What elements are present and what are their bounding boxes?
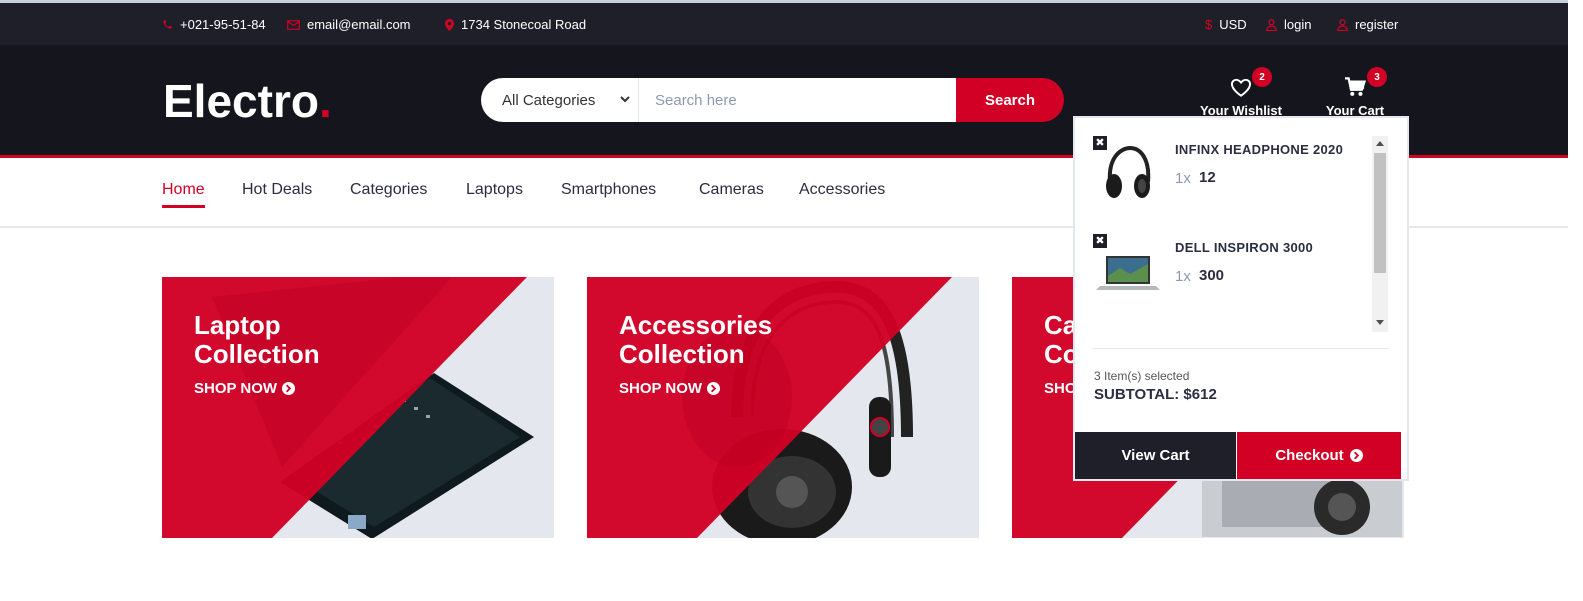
search-button[interactable]: Search xyxy=(956,78,1064,122)
remove-item-icon[interactable]: ✖ xyxy=(1093,136,1107,150)
logo-text: Electro xyxy=(163,75,319,127)
user-icon xyxy=(1266,18,1277,31)
cart-item-qty: 1x xyxy=(1175,170,1191,187)
cart-count-badge: 3 xyxy=(1367,67,1387,87)
email-text: email@email.com xyxy=(307,17,411,32)
cart-label: Your Cart xyxy=(1325,103,1385,118)
logo-dot: . xyxy=(318,75,332,127)
search-form: All Categories Search xyxy=(481,78,1064,122)
phone-text: +021-95-51-84 xyxy=(180,17,266,32)
nav-item-accessories[interactable]: Accessories xyxy=(799,181,885,205)
dollar-icon: $ xyxy=(1205,17,1213,32)
cart-item-price: 12 xyxy=(1199,169,1216,186)
headphone-thumbnail xyxy=(1106,145,1151,198)
nav-item-cameras[interactable]: Cameras xyxy=(699,181,764,205)
map-marker-icon xyxy=(445,18,454,31)
wishlist-button[interactable]: 2 Your Wishlist xyxy=(1197,67,1285,118)
nav-item-smartphones[interactable]: Smartphones xyxy=(561,181,656,205)
laptop-collection-banner[interactable]: Laptop Collection SHOP NOW xyxy=(162,277,554,538)
scrollbar-thumb[interactable] xyxy=(1374,153,1386,273)
arrow-circle-right-icon xyxy=(282,382,296,395)
cart-summary-divider xyxy=(1093,348,1389,349)
laptop-thumbnail xyxy=(1096,256,1160,290)
nav-item-home[interactable]: Home xyxy=(162,181,205,208)
email-link[interactable]: email@email.com xyxy=(287,17,411,32)
cart-item-qty: 1x xyxy=(1175,268,1191,285)
remove-item-icon[interactable]: ✖ xyxy=(1093,234,1107,248)
shop-now-link[interactable]: SHOP NOW xyxy=(194,380,296,397)
items-selected-text: 3 Item(s) selected xyxy=(1094,369,1190,383)
arrow-circle-right-icon xyxy=(1349,449,1363,462)
phone-link[interactable]: +021-95-51-84 xyxy=(162,17,266,32)
shop-now-link[interactable]: SHOP NOW xyxy=(619,380,721,397)
envelope-icon xyxy=(287,19,300,30)
currency-text: USD xyxy=(1219,17,1247,32)
address-text: 1734 Stonecoal Road xyxy=(461,17,587,32)
wishlist-label: Your Wishlist xyxy=(1200,103,1282,118)
scroll-down-arrow[interactable] xyxy=(1376,320,1384,325)
shopping-cart-icon xyxy=(1345,77,1366,96)
nav-item-categories[interactable]: Categories xyxy=(350,181,427,205)
currency-selector[interactable]: $ USD xyxy=(1205,17,1247,32)
login-link[interactable]: login xyxy=(1266,17,1311,32)
checkout-button[interactable]: Checkout xyxy=(1237,432,1401,479)
cart-scrollbar[interactable] xyxy=(1372,136,1388,332)
wishlist-count-badge: 2 xyxy=(1252,67,1272,87)
logo[interactable]: Electro. xyxy=(163,75,332,127)
cart-item-price: 300 xyxy=(1199,267,1225,284)
cart-item-name[interactable]: INFINX HEADPHONE 2020 xyxy=(1175,142,1343,157)
address-link[interactable]: 1734 Stonecoal Road xyxy=(445,17,586,32)
heart-icon xyxy=(1230,78,1252,97)
phone-icon xyxy=(163,20,172,29)
nav-item-laptops[interactable]: Laptops xyxy=(466,181,523,205)
subtotal-text: SUBTOTAL: $612 xyxy=(1094,386,1217,403)
register-text: register xyxy=(1355,17,1399,32)
cart-dropdown: ✖ INFINX HEADPHONE 2020 1x 12 ✖ DELL INS… xyxy=(1075,118,1407,479)
page: +021-95-51-84 email@email.com 1734 Stone… xyxy=(0,0,1583,601)
arrow-circle-right-icon xyxy=(707,382,721,395)
cart-item-list: ✖ INFINX HEADPHONE 2020 1x 12 ✖ DELL INS… xyxy=(1090,136,1388,331)
view-cart-button[interactable]: View Cart xyxy=(1075,432,1236,479)
collection-title: Accessories Collection xyxy=(619,310,773,369)
category-selected-text: All Categories xyxy=(502,91,596,109)
category-select[interactable]: All Categories xyxy=(481,78,639,122)
chevron-down-icon xyxy=(620,96,630,103)
accessories-collection-banner[interactable]: Accessories Collection SHOP NOW xyxy=(587,277,979,538)
cart-item: ✖ INFINX HEADPHONE 2020 1x 12 xyxy=(1090,136,1375,216)
cart-button[interactable]: 3 Your Cart xyxy=(1322,67,1388,118)
top-bar: +021-95-51-84 email@email.com 1734 Stone… xyxy=(0,0,1568,45)
register-link[interactable]: register xyxy=(1337,17,1398,32)
cart-item: ✖ DELL INSPIRON 3000 1x 300 xyxy=(1090,234,1375,314)
cart-item-name[interactable]: DELL INSPIRON 3000 xyxy=(1175,240,1313,255)
login-text: login xyxy=(1284,17,1312,32)
user-icon xyxy=(1337,18,1348,31)
collection-title: Laptop Collection xyxy=(194,310,320,369)
search-input[interactable] xyxy=(639,78,956,122)
scroll-up-arrow[interactable] xyxy=(1376,141,1384,146)
nav-item-hot-deals[interactable]: Hot Deals xyxy=(242,181,312,205)
